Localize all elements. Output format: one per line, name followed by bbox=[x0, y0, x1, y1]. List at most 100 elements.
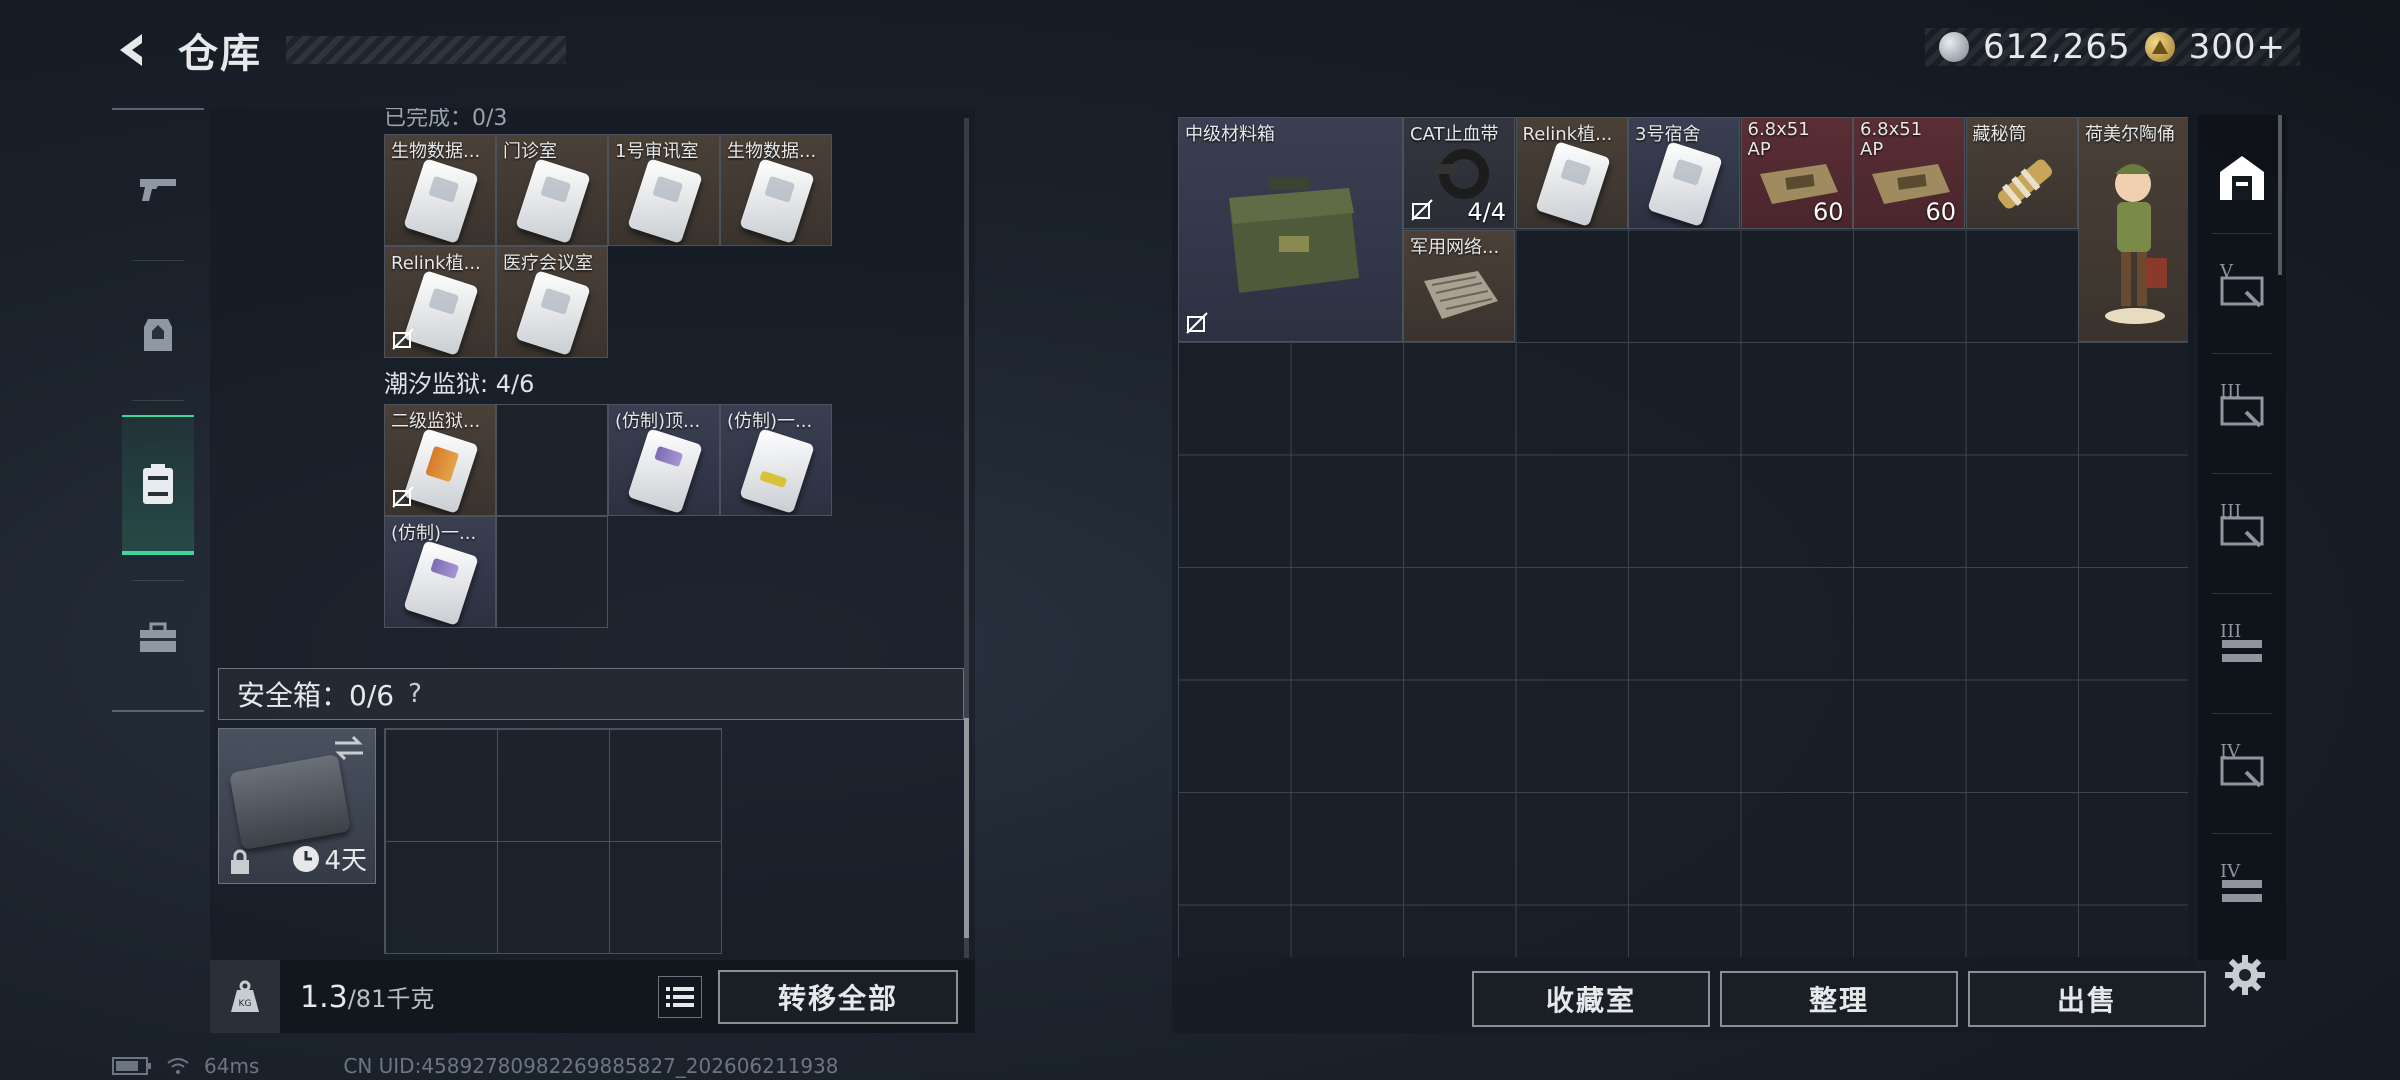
stash-tab-main[interactable] bbox=[2198, 133, 2286, 223]
currency-bar: 612,265 300+ bbox=[1925, 27, 2300, 67]
wifi-icon bbox=[167, 1058, 189, 1074]
collection-progress-label: 已完成：0/3 bbox=[384, 108, 508, 131]
keycard-image bbox=[627, 428, 703, 514]
stash-tab-expansion[interactable]: III bbox=[2198, 485, 2286, 575]
empty-slot[interactable] bbox=[496, 404, 608, 516]
keycard-image bbox=[403, 540, 479, 626]
military-router-image bbox=[1424, 270, 1498, 319]
stash-tab-expansion[interactable]: IV bbox=[2198, 725, 2286, 815]
stash-tab-expansion[interactable]: IV bbox=[2198, 845, 2286, 935]
stash-item[interactable]: 6.8x51 AP 60 bbox=[1853, 117, 1965, 229]
pistol-icon bbox=[140, 179, 176, 201]
page-title: 仓库 bbox=[178, 31, 262, 77]
weight-current: 1.3 bbox=[300, 979, 348, 1015]
weight-capacity: /81千克 bbox=[347, 984, 435, 1013]
left-category-nav bbox=[112, 108, 204, 712]
page-header: 仓库 bbox=[110, 20, 566, 80]
nav-armor[interactable] bbox=[112, 285, 204, 385]
status-bar: 64ms CN UID:4589278098226988582​7_202606… bbox=[112, 1054, 839, 1078]
list-view-button[interactable] bbox=[658, 976, 702, 1018]
keycard-slot[interactable]: (仿制)顶... bbox=[608, 404, 720, 516]
rental-timer: 4天 bbox=[292, 840, 367, 877]
keycard-slot[interactable]: (仿制)一... bbox=[720, 404, 832, 516]
keycard-slot[interactable]: (仿制)一... bbox=[384, 516, 496, 628]
nav-divider bbox=[132, 580, 184, 581]
uid-text: CN UID:4589278098226988582​7_20260621193… bbox=[343, 1054, 839, 1078]
stash-panel: 中级材料箱 CAT止血带 4/4 Relink植... 3号宿舍 6.8x51 … bbox=[1172, 115, 2206, 1033]
stash-item[interactable]: 3号宿舍 bbox=[1628, 117, 1740, 229]
rail-divider bbox=[2212, 233, 2272, 234]
safe-box-container[interactable]: 4天 bbox=[218, 728, 376, 884]
inventory-scroll-area[interactable]: 已完成：0/3 生物数据... 门诊室 1号审讯室 生物数据... Relink… bbox=[210, 108, 975, 958]
stash-tab-expansion[interactable]: III bbox=[2198, 605, 2286, 695]
sort-button[interactable]: 整理 bbox=[1720, 971, 1958, 1027]
collection-room-button[interactable]: 收藏室 bbox=[1472, 971, 1710, 1027]
battery-icon bbox=[112, 1057, 151, 1075]
safe-box-label: 安全箱：0/6 bbox=[237, 679, 395, 712]
stash-item[interactable]: 中级材料箱 bbox=[1178, 117, 1403, 342]
title-decoration bbox=[286, 36, 566, 64]
no-trade-icon bbox=[392, 486, 414, 508]
stash-grid[interactable]: 中级材料箱 CAT止血带 4/4 Relink植... 3号宿舍 6.8x51 … bbox=[1178, 117, 2188, 957]
keycard-slot[interactable]: 医疗会议室 bbox=[496, 246, 608, 358]
gold-coin-icon bbox=[2144, 32, 2175, 62]
section-label-prison: 潮汐监狱: 4/6 bbox=[384, 370, 535, 398]
keycard-slot[interactable]: 二级监狱... bbox=[384, 404, 496, 516]
stash-tab-expansion[interactable]: V bbox=[2198, 245, 2286, 335]
lock-icon bbox=[231, 849, 249, 874]
rail-divider bbox=[2212, 473, 2272, 474]
keycard-image bbox=[1647, 141, 1723, 227]
nav-containers[interactable] bbox=[122, 415, 194, 555]
list-icon bbox=[666, 987, 694, 1007]
rail-divider bbox=[2212, 833, 2272, 834]
rail-divider bbox=[2212, 713, 2272, 714]
keycard-slot[interactable]: 1号审讯室 bbox=[608, 134, 720, 246]
safe-box-grid[interactable] bbox=[384, 728, 722, 954]
keycard-image bbox=[1534, 141, 1611, 227]
nav-weapons[interactable] bbox=[112, 140, 204, 240]
help-icon[interactable]: ? bbox=[408, 679, 422, 709]
ping-text: 64ms bbox=[204, 1054, 260, 1078]
weight-icon: KG bbox=[210, 960, 280, 1033]
ammo-crate-image bbox=[1229, 178, 1359, 293]
stash-item[interactable]: 6.8x51 AP 60 bbox=[1740, 117, 1853, 229]
stash-item[interactable]: CAT止血带 4/4 bbox=[1403, 117, 1515, 229]
no-trade-icon bbox=[1186, 312, 1208, 334]
keycard-slot[interactable]: 生物数据... bbox=[384, 134, 496, 246]
settings-gear-icon[interactable] bbox=[2220, 950, 2270, 1000]
stash-item[interactable]: 军用网络... bbox=[1403, 229, 1515, 342]
stash-item[interactable]: 荷美尔陶俑 bbox=[2078, 117, 2188, 342]
gold-amount[interactable]: 300+ bbox=[2189, 27, 2286, 67]
back-arrow-icon[interactable] bbox=[110, 28, 154, 72]
stash-item[interactable]: Relink植... bbox=[1515, 117, 1628, 229]
stash-tab-expansion[interactable]: III bbox=[2198, 365, 2286, 455]
keycard-slot[interactable]: Relink植... bbox=[384, 246, 496, 358]
weight-readout: 1.3/81千克 bbox=[300, 979, 434, 1015]
helmet-icon bbox=[144, 319, 172, 351]
timer-text: 4天 bbox=[324, 846, 367, 876]
warehouse-icon bbox=[2220, 156, 2264, 200]
stash-tab-rail: V III III III IV IV bbox=[2198, 115, 2286, 960]
empty-slot[interactable] bbox=[496, 516, 608, 628]
nav-divider bbox=[132, 400, 184, 401]
cryptex-image bbox=[1997, 159, 2052, 209]
keycard-image bbox=[515, 158, 591, 244]
inventory-panel: 已完成：0/3 生物数据... 门诊室 1号审讯室 生物数据... Relink… bbox=[210, 108, 975, 1033]
figurine-image bbox=[2105, 164, 2167, 324]
swap-icon[interactable] bbox=[331, 733, 367, 763]
inventory-footer: KG 1.3/81千克 转移全部 bbox=[210, 960, 975, 1033]
tourniquet-image bbox=[1434, 149, 1489, 199]
nav-tools[interactable] bbox=[112, 588, 204, 688]
keycard-slot[interactable]: 门诊室 bbox=[496, 134, 608, 246]
transfer-all-button[interactable]: 转移全部 bbox=[718, 970, 958, 1024]
nav-divider bbox=[132, 260, 184, 261]
silver-coin-icon bbox=[1939, 32, 1969, 62]
keycard-image bbox=[739, 158, 815, 244]
sell-button[interactable]: 出售 bbox=[1968, 971, 2206, 1027]
inventory-scrollbar[interactable] bbox=[964, 118, 969, 958]
keycard-slot[interactable]: 生物数据... bbox=[720, 134, 832, 246]
keycard-image bbox=[627, 158, 703, 244]
keycard-image bbox=[515, 270, 591, 356]
rail-divider bbox=[2212, 593, 2272, 594]
stash-item[interactable]: 藏秘筒 bbox=[1965, 117, 2078, 229]
